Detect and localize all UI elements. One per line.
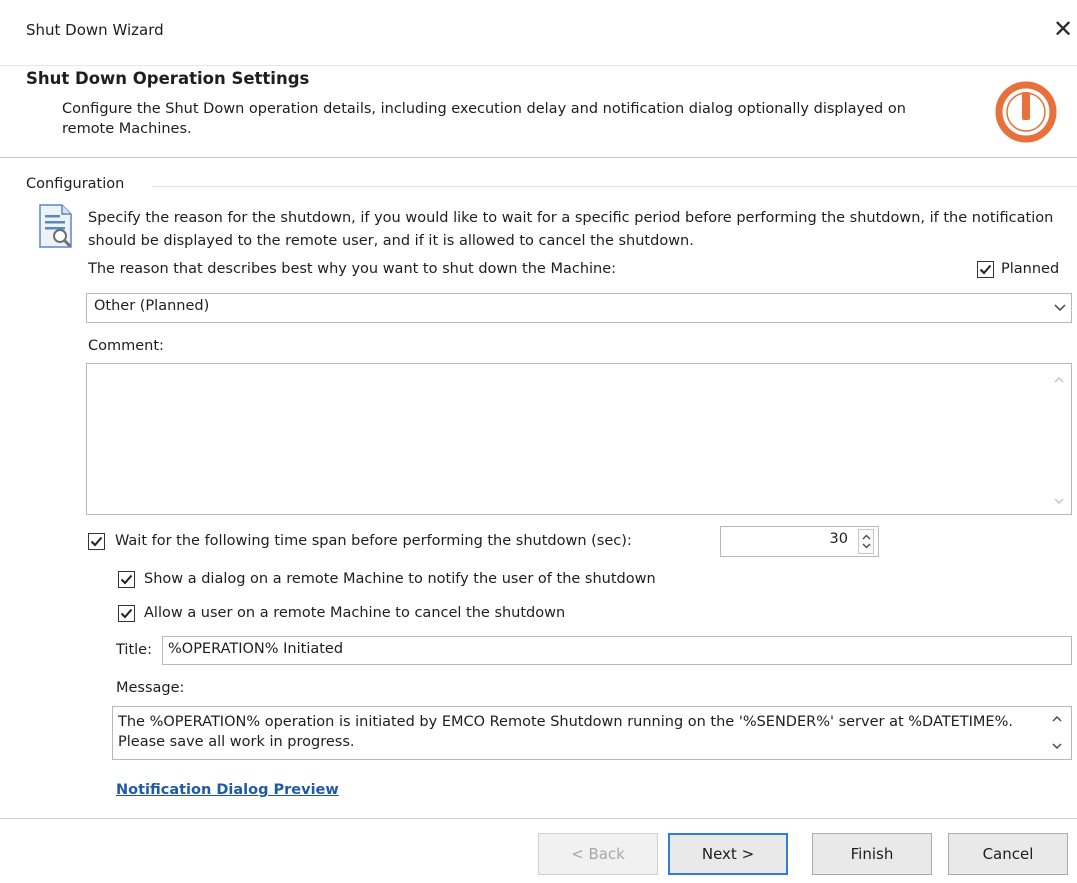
message-text: The %OPERATION% operation is initiated b… [118, 714, 1013, 750]
configuration-group-label: Configuration [26, 176, 125, 192]
wait-seconds-stepper[interactable] [858, 529, 874, 554]
scroll-up-icon[interactable] [1050, 711, 1064, 725]
scroll-up-icon[interactable] [1052, 372, 1066, 386]
check-icon [979, 264, 992, 275]
title-input-value: %OPERATION% Initiated [168, 641, 344, 657]
stepper-down-icon[interactable] [862, 543, 871, 549]
reason-select-value: Other (Planned) [94, 298, 210, 314]
comment-label: Comment: [88, 338, 164, 354]
power-icon [992, 78, 1060, 150]
planned-checkbox[interactable] [977, 261, 994, 278]
page-title: Shut Down Operation Settings [26, 69, 310, 88]
show-dialog-checkbox[interactable] [118, 571, 135, 588]
page-description: Configure the Shut Down operation detail… [62, 101, 906, 137]
wait-seconds-value: 30 [829, 531, 848, 547]
finish-button[interactable]: Finish [812, 833, 932, 875]
check-icon [120, 574, 133, 585]
notification-preview-link[interactable]: Notification Dialog Preview [116, 782, 339, 798]
scroll-down-icon[interactable] [1050, 739, 1064, 753]
allow-cancel-label: Allow a user on a remote Machine to canc… [144, 605, 566, 621]
document-search-icon [38, 203, 74, 253]
wait-checkbox[interactable] [88, 533, 105, 550]
close-icon[interactable]: ✕ [1049, 15, 1077, 43]
allow-cancel-checkbox[interactable] [118, 605, 135, 622]
title-label: Title: [116, 642, 152, 658]
reason-label: The reason that describes best why you w… [88, 261, 617, 277]
message-label: Message: [116, 680, 185, 696]
wait-label: Wait for the following time span before … [115, 533, 632, 549]
back-button[interactable]: < Back [538, 833, 658, 875]
scroll-down-icon[interactable] [1052, 494, 1066, 508]
stepper-up-icon[interactable] [862, 534, 871, 540]
check-icon [120, 608, 133, 619]
check-icon [90, 536, 103, 547]
next-button[interactable]: Next > [668, 833, 788, 875]
show-dialog-label: Show a dialog on a remote Machine to not… [144, 571, 656, 587]
planned-label: Planned [1001, 261, 1060, 277]
reason-select[interactable] [86, 293, 1072, 323]
footer-divider [0, 818, 1077, 819]
instructions-text: Specify the reason for the shutdown, if … [88, 210, 1054, 249]
chevron-down-icon[interactable] [1049, 294, 1071, 322]
comment-textarea[interactable] [86, 363, 1072, 515]
window-title: Shut Down Wizard [26, 21, 164, 39]
group-divider [152, 186, 1077, 187]
cancel-button[interactable]: Cancel [948, 833, 1068, 875]
